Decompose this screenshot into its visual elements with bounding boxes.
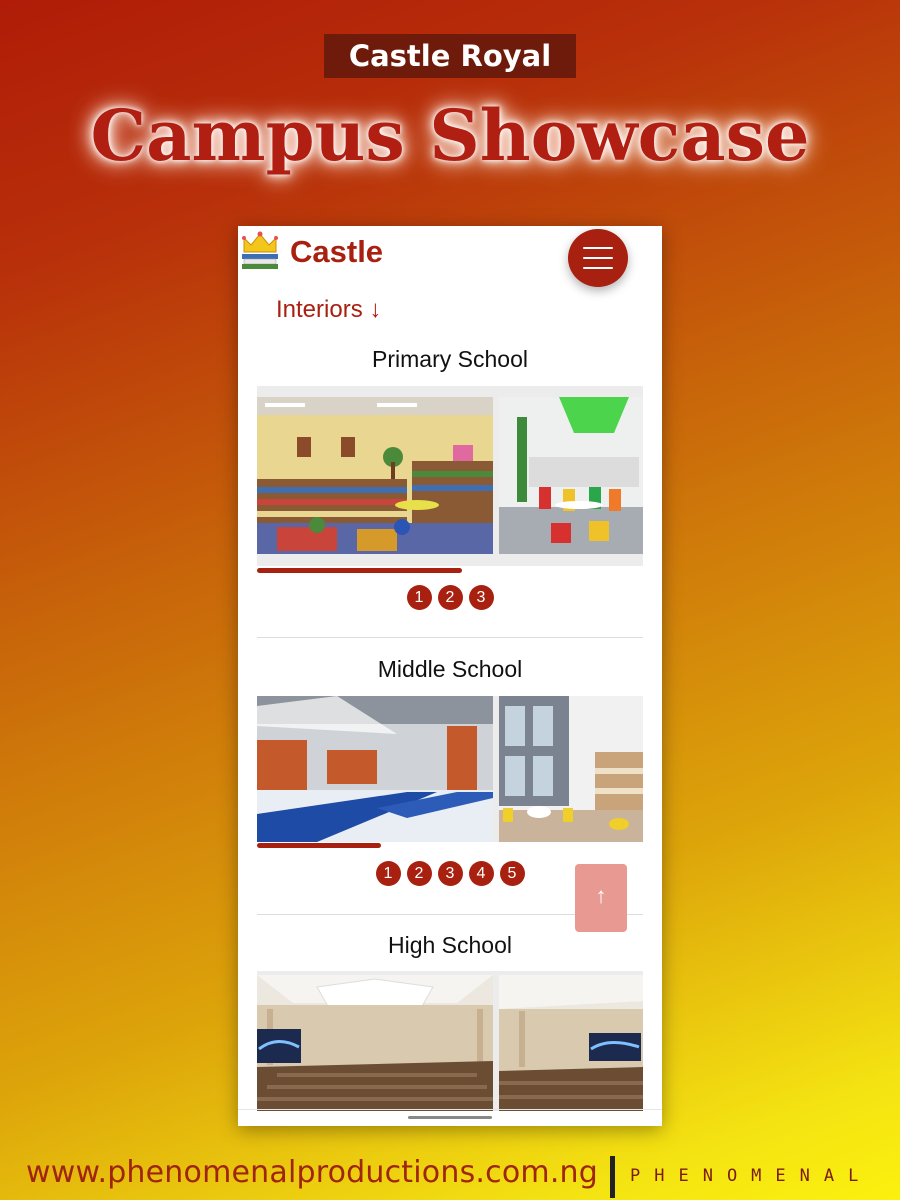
- arrow-up-icon: ↑: [595, 883, 607, 908]
- menu-icon-line: [583, 257, 613, 259]
- crown-logo-icon[interactable]: [241, 230, 279, 272]
- middle-progress-bar: [257, 843, 381, 848]
- brand-name: PHENOMENAL: [630, 1166, 873, 1186]
- interiors-link[interactable]: Interiors ↓: [276, 296, 381, 324]
- section-title-primary: Primary School: [372, 346, 528, 372]
- middle-slide-hallway[interactable]: [257, 696, 493, 842]
- home-indicator[interactable]: [408, 1116, 492, 1119]
- page-dot[interactable]: 5: [499, 861, 525, 886]
- scroll-to-top-button[interactable]: ↑: [575, 864, 627, 932]
- middle-carousel[interactable]: [257, 696, 643, 842]
- high-carousel[interactable]: [257, 971, 643, 1111]
- page-dot[interactable]: 2: [437, 585, 463, 610]
- section-title-high: High School: [387, 932, 513, 958]
- primary-pagination: 1 2 3: [238, 585, 662, 610]
- website-url[interactable]: www.phenomenalproductions.com.ng: [26, 1155, 598, 1190]
- logo-text[interactable]: Castle: [290, 234, 383, 270]
- middle-slide-lounge[interactable]: [499, 696, 643, 842]
- phone-screen: Castle Interiors ↓ Primary School 1 2 3 …: [238, 226, 662, 1126]
- page-dot[interactable]: 2: [406, 861, 432, 886]
- hero-title: Campus Showcase: [90, 94, 810, 177]
- page-dot[interactable]: 4: [468, 861, 494, 886]
- brand-divider: [610, 1156, 615, 1198]
- section-title-middle: Middle School: [377, 656, 523, 682]
- menu-icon-line: [583, 267, 613, 269]
- primary-slide-library[interactable]: [257, 397, 493, 554]
- page-dot[interactable]: 3: [468, 585, 494, 610]
- high-slide-auditorium[interactable]: [257, 975, 493, 1111]
- bottom-border: [238, 1109, 662, 1110]
- page-dot[interactable]: 1: [406, 585, 432, 610]
- menu-button[interactable]: [568, 229, 628, 287]
- page-dot[interactable]: 3: [437, 861, 463, 886]
- primary-carousel[interactable]: [257, 386, 643, 566]
- brand-badge: Castle Royal: [324, 34, 576, 78]
- high-slide-auditorium-side[interactable]: [499, 975, 643, 1111]
- primary-progress-bar: [257, 568, 462, 573]
- menu-icon: [583, 247, 613, 249]
- primary-slide-classroom[interactable]: [499, 397, 643, 554]
- page-dot[interactable]: 1: [375, 861, 401, 886]
- section-divider: [257, 637, 643, 638]
